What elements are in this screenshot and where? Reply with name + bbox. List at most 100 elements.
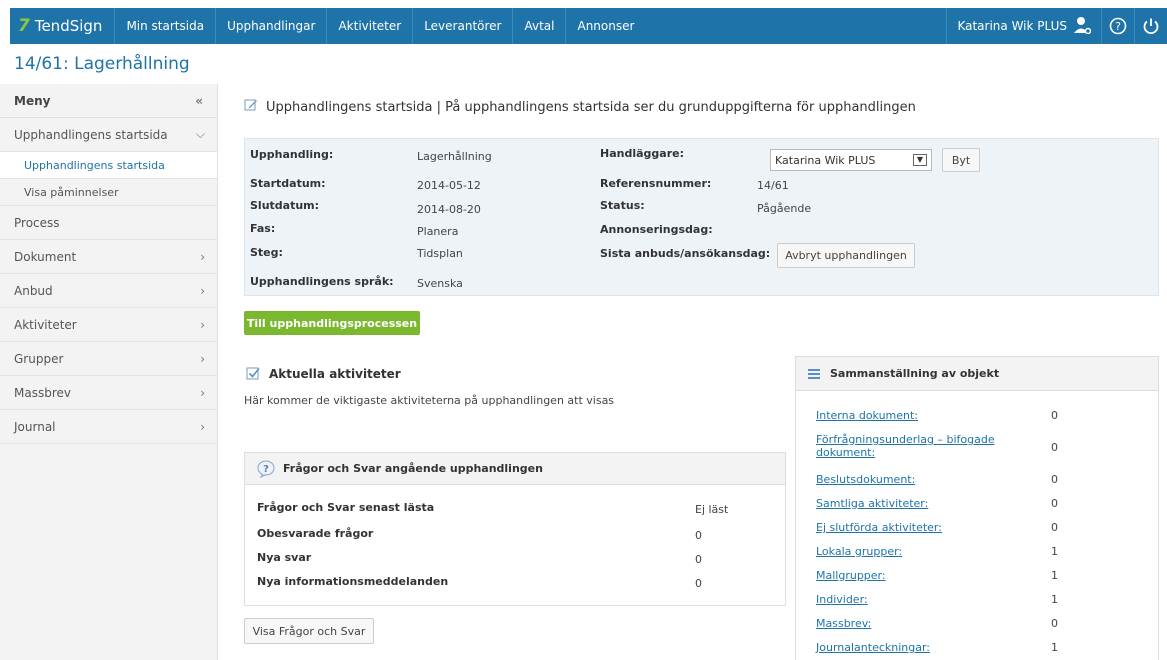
top-navigation: 7 TendSign Min startsida Upphandlingar A… (10, 8, 1167, 44)
activities-title: Aktuella aktiviteter (269, 366, 401, 381)
chevron-right-icon: › (200, 317, 205, 332)
qa-row-label: Nya svar (257, 551, 312, 564)
summary-header: Sammanställning av objekt (796, 357, 1158, 391)
sprak-value: Svenska (417, 277, 463, 290)
sidebar-header: Meny « (0, 84, 217, 118)
summary-link-individer[interactable]: Individer: (816, 593, 1016, 606)
qa-header: ? Frågor och Svar angående upphandlingen (245, 453, 785, 485)
question-bubble-icon: ? (257, 460, 277, 478)
chevron-down-icon: ▼ (913, 154, 927, 166)
activities-heading: Aktuella aktiviteter (246, 366, 401, 381)
sidebar-item-dokument[interactable]: Dokument › (0, 240, 217, 274)
summary-value: 0 (1051, 441, 1058, 454)
qa-row-value: 0 (695, 529, 702, 542)
sidebar-subitem-paminnelser[interactable]: Visa påminnelser (0, 179, 217, 206)
nav-item-avtal[interactable]: Avtal (512, 8, 565, 44)
chevron-down-icon: ⌵ (195, 127, 205, 141)
summary-link-journalanteckningar[interactable]: Journalanteckningar: (816, 641, 1016, 654)
sidebar-item-label: Grupper (14, 351, 64, 366)
nav-item-aktiviteter[interactable]: Aktiviteter (326, 8, 412, 44)
summary-link-ej-slutforda[interactable]: Ej slutförda aktiviteter: (816, 521, 1016, 534)
status-value: Pågående (757, 202, 812, 215)
nav-item-upphandlingar[interactable]: Upphandlingar (215, 8, 326, 44)
sidebar: Meny « Upphandlingens startsida ⌵ Upphan… (0, 84, 218, 660)
checkbox-icon (246, 366, 261, 381)
qa-title: Frågor och Svar angående upphandlingen (283, 462, 543, 475)
sidebar-item-label: Anbud (14, 283, 53, 298)
avbryt-button[interactable]: Avbryt upphandlingen (777, 243, 915, 268)
brand-mark-icon: 7 (18, 16, 30, 36)
summary-value: 0 (1051, 497, 1058, 510)
power-icon[interactable] (1134, 8, 1167, 44)
summary-link-mallgrupper[interactable]: Mallgrupper: (816, 569, 1016, 582)
user-menu[interactable]: Katarina Wik PLUS (946, 8, 1101, 44)
upphandling-value: Lagerhållning (417, 150, 492, 163)
procurement-info: Upphandling: Lagerhållning Startdatum: 2… (244, 138, 1159, 296)
fas-value: Planera (417, 225, 459, 238)
handlaggare-selected: Katarina Wik PLUS (775, 153, 876, 167)
main-heading-text: Upphandlingens startsida | På upphandlin… (266, 99, 916, 115)
sidebar-header-label: Meny (14, 93, 51, 108)
sidebar-item-upphandlingens-startsida[interactable]: Upphandlingens startsida ⌵ (0, 118, 217, 152)
sidebar-item-massbrev[interactable]: Massbrev › (0, 376, 217, 410)
summary-link-massbrev[interactable]: Massbrev: (816, 617, 1016, 630)
help-icon[interactable]: ? (1101, 8, 1134, 44)
collapse-icon[interactable]: « (195, 94, 203, 108)
summary-link-beslutsdokument[interactable]: Beslutsdokument: (816, 473, 1016, 486)
nav-item-min-startsida[interactable]: Min startsida (114, 8, 215, 44)
qa-row-label: Nya informationsmeddelanden (257, 575, 449, 588)
sidebar-subitem-startsida[interactable]: Upphandlingens startsida (0, 152, 217, 179)
brand-name: TendSign (34, 17, 103, 35)
svg-text:?: ? (263, 464, 269, 475)
svg-text:?: ? (1115, 20, 1121, 33)
sidebar-item-aktiviteter[interactable]: Aktiviteter › (0, 308, 217, 342)
summary-value: 1 (1051, 545, 1058, 558)
slutdatum-value: 2014-08-20 (417, 203, 481, 216)
summary-value: 1 (1051, 569, 1058, 582)
summary-value: 0 (1051, 409, 1058, 422)
steg-label: Steg: (250, 246, 283, 259)
chevron-right-icon: › (200, 249, 205, 264)
summary-link-samtliga-aktiviteter[interactable]: Samtliga aktiviteter: (816, 497, 1016, 510)
sidebar-item-anbud[interactable]: Anbud › (0, 274, 217, 308)
sprak-label: Upphandlingens språk: (250, 275, 394, 288)
nav-item-annonser[interactable]: Annonser (565, 8, 645, 44)
startdatum-label: Startdatum: (250, 177, 326, 190)
sidebar-item-label: Upphandlingens startsida (14, 127, 168, 142)
sidebar-item-process[interactable]: Process (0, 206, 217, 240)
pencil-icon (244, 98, 258, 116)
steg-value: Tidsplan (417, 247, 463, 260)
process-button[interactable]: Till upphandlingsprocessen (244, 311, 420, 335)
user-name: Katarina Wik PLUS (957, 19, 1067, 33)
summary-value: 0 (1051, 473, 1058, 486)
slutdatum-label: Slutdatum: (250, 199, 320, 212)
annonseringsdag-label: Annonseringsdag: (600, 223, 713, 236)
summary-link-interna-dokument[interactable]: Interna dokument: (816, 409, 1016, 422)
fas-label: Fas: (250, 222, 276, 235)
summary-value: 1 (1051, 641, 1058, 654)
page-title: 14/61: Lagerhållning (14, 54, 190, 74)
summary-panel: Sammanställning av objekt Interna dokume… (795, 356, 1159, 660)
qa-row-value: 0 (695, 553, 702, 566)
sidebar-item-label: Aktiviteter (14, 317, 77, 332)
byt-button[interactable]: Byt (942, 148, 980, 172)
summary-value: 0 (1051, 521, 1058, 534)
brand-logo[interactable]: 7 TendSign (10, 8, 114, 44)
sidebar-item-journal[interactable]: Journal › (0, 410, 217, 444)
main-heading: Upphandlingens startsida | På upphandlin… (244, 98, 916, 116)
summary-value: 1 (1051, 593, 1058, 606)
handlaggare-select[interactable]: Katarina Wik PLUS ▼ (770, 149, 932, 171)
upphandling-label: Upphandling: (250, 148, 334, 161)
activities-text: Här kommer de viktigaste aktiviteterna p… (244, 394, 615, 407)
referens-label: Referensnummer: (600, 177, 712, 190)
nav-item-leverantorer[interactable]: Leverantörer (412, 8, 512, 44)
show-qa-button[interactable]: Visa Frågor och Svar (244, 618, 374, 644)
summary-link-lokala-grupper[interactable]: Lokala grupper: (816, 545, 1016, 558)
sidebar-item-grupper[interactable]: Grupper › (0, 342, 217, 376)
handlaggare-label: Handläggare: (600, 147, 684, 160)
summary-link-forfragningsunderlag[interactable]: Förfrågningsunderlag – bifogade dokument… (816, 433, 1006, 459)
qa-row-value: Ej läst (695, 503, 729, 516)
qa-row-label: Obesvarade frågor (257, 527, 374, 540)
sista-anbudsdag-label: Sista anbuds/ansökansdag: (600, 247, 771, 260)
sidebar-item-label: Dokument (14, 249, 77, 264)
